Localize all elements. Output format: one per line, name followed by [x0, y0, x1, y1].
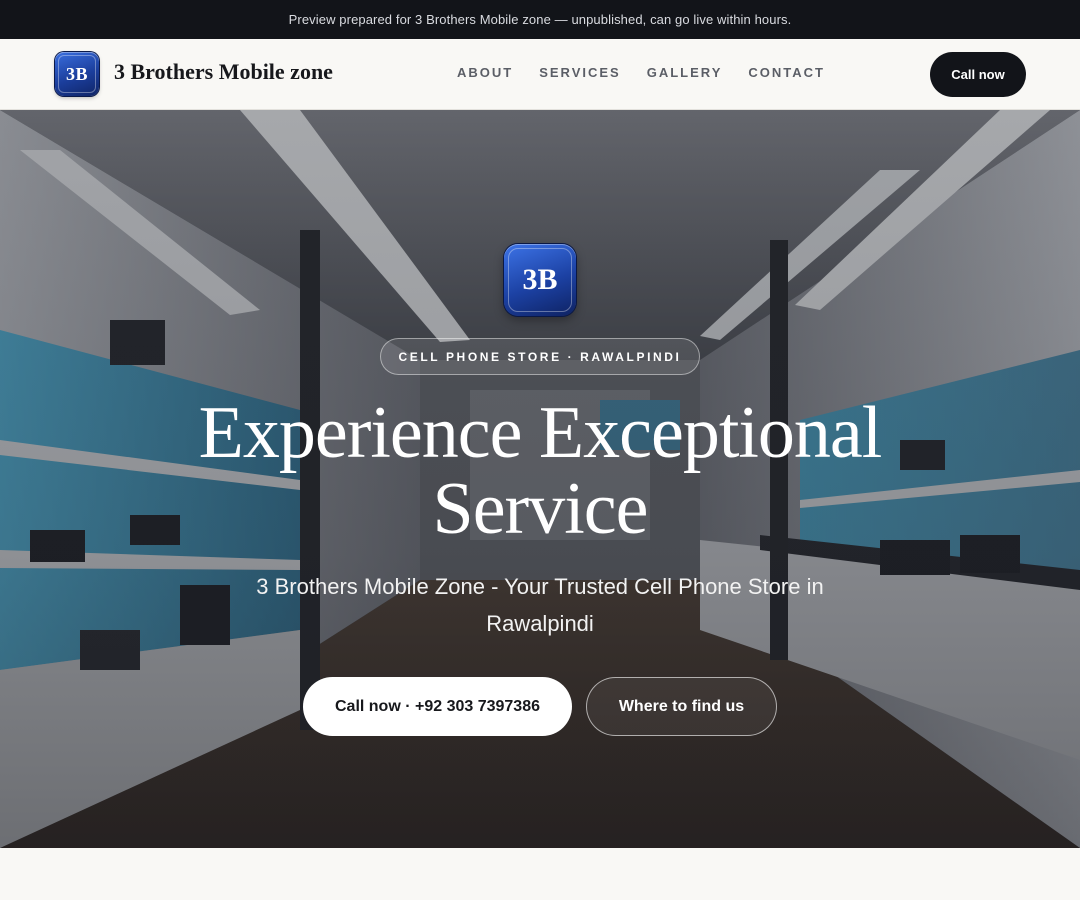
preview-banner: Preview prepared for 3 Brothers Mobile z…: [0, 0, 1080, 39]
hero-call-button[interactable]: Call now · +92 303 7397386: [303, 677, 572, 736]
hero-logo-text: 3B: [522, 263, 558, 296]
main-nav: ABOUT SERVICES GALLERY CONTACT: [457, 65, 851, 80]
nav-link-services[interactable]: SERVICES: [539, 65, 621, 80]
brand-logo[interactable]: 3B: [55, 52, 99, 96]
hero-section: 3B CELL PHONE STORE · RAWALPINDI Experie…: [0, 110, 1080, 848]
hero-eyebrow-badge: CELL PHONE STORE · RAWALPINDI: [380, 338, 700, 375]
site-header: 3B 3 Brothers Mobile zone ABOUT SERVICES…: [0, 39, 1080, 110]
preview-banner-text: Preview prepared for 3 Brothers Mobile z…: [288, 12, 792, 27]
hero-location-button[interactable]: Where to find us: [586, 677, 777, 736]
brand-name[interactable]: 3 Brothers Mobile zone: [114, 59, 333, 85]
nav-link-about[interactable]: ABOUT: [457, 65, 513, 80]
brand-logo-text: 3B: [65, 63, 88, 84]
hero-subtitle: 3 Brothers Mobile Zone - Your Trusted Ce…: [256, 574, 824, 636]
nav-link-gallery[interactable]: GALLERY: [647, 65, 723, 80]
hero-logo: 3B: [504, 244, 576, 316]
nav-link-contact[interactable]: CONTACT: [748, 65, 825, 80]
hero-title: Experience Exceptional Service: [198, 392, 883, 550]
header-call-button[interactable]: Call now: [930, 52, 1026, 97]
